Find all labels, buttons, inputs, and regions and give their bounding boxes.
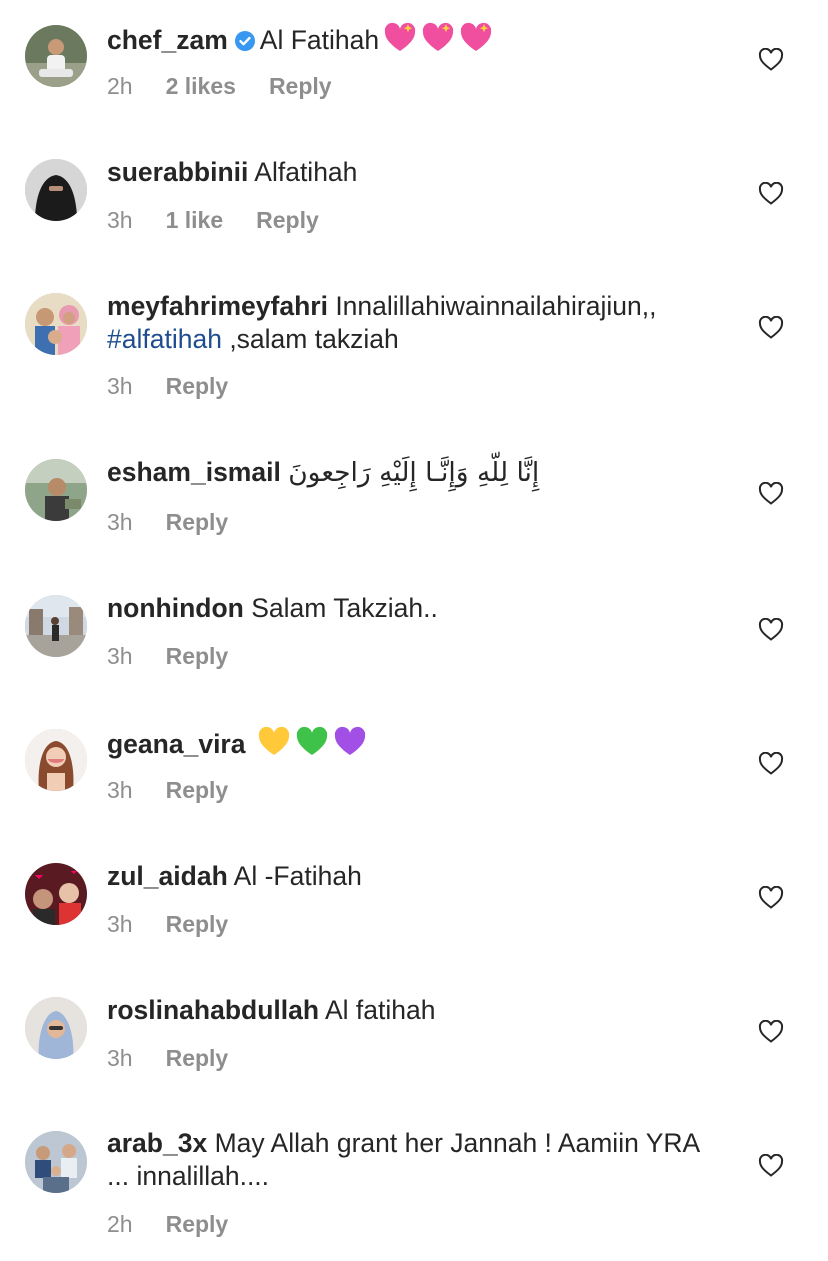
sparkling-heart-icon [460, 22, 492, 51]
purple-heart-icon [334, 726, 366, 755]
like-heart-icon[interactable] [758, 182, 784, 206]
comment-body: Al Fatihah [259, 25, 380, 55]
timestamp: 2h [107, 1211, 133, 1237]
timestamp: 3h [107, 1045, 133, 1071]
like-heart-icon[interactable] [758, 1020, 784, 1044]
username[interactable]: zul_aidah [107, 861, 228, 891]
username[interactable]: esham_ismail [107, 457, 281, 487]
avatar[interactable] [25, 1131, 87, 1193]
comment-meta: 3h Reply [107, 642, 228, 670]
timestamp: 3h [107, 373, 133, 399]
avatar[interactable] [25, 293, 87, 355]
username[interactable]: chef_zam [107, 25, 228, 55]
timestamp: 3h [107, 911, 133, 937]
avatar[interactable] [25, 595, 87, 657]
comment-meta: 2h Reply [107, 1210, 228, 1238]
reply-button[interactable]: Reply [166, 642, 229, 670]
like-heart-icon[interactable] [758, 752, 784, 776]
reply-button[interactable]: Reply [166, 1210, 229, 1238]
comment-text: esham_ismail إِنَّا لِلّهِ وَإِنَّـا إِل… [107, 456, 707, 489]
timestamp: 3h [107, 509, 133, 535]
username[interactable]: nonhindon [107, 593, 244, 623]
sparkling-heart-icon [422, 22, 454, 51]
comment-text: suerabbinii Alfatihah [107, 156, 707, 189]
reply-button[interactable]: Reply [166, 1044, 229, 1072]
comment-text: nonhindon Salam Takziah.. [107, 592, 707, 625]
comment-body: Salam Takziah.. [251, 593, 438, 623]
like-heart-icon[interactable] [758, 886, 784, 910]
timestamp: 3h [107, 643, 133, 669]
username[interactable]: arab_3x [107, 1128, 207, 1158]
comment-meta: 3h Reply [107, 1044, 228, 1072]
avatar[interactable] [25, 159, 87, 221]
like-heart-icon[interactable] [758, 482, 784, 506]
hashtag-link[interactable]: #alfatihah [107, 324, 222, 354]
avatar[interactable] [25, 25, 87, 87]
avatar[interactable] [25, 459, 87, 521]
comment-body: Al -Fatihah [233, 861, 362, 891]
reply-button[interactable]: Reply [269, 72, 332, 100]
reply-button[interactable]: Reply [166, 776, 229, 804]
verified-badge-icon [234, 31, 255, 51]
sparkling-heart-icon [384, 22, 416, 51]
like-heart-icon[interactable] [758, 618, 784, 642]
avatar[interactable] [25, 863, 87, 925]
username[interactable]: roslinahabdullah [107, 995, 319, 1025]
comment-text: arab_3x May Allah grant her Jannah ! Aam… [107, 1127, 707, 1193]
username[interactable]: suerabbinii [107, 157, 248, 187]
comment-meta: 3h Reply [107, 508, 228, 536]
reply-button[interactable]: Reply [166, 508, 229, 536]
reply-button[interactable]: Reply [166, 910, 229, 938]
timestamp: 3h [107, 777, 133, 803]
comment-text: geana_vira [107, 726, 707, 761]
like-heart-icon[interactable] [758, 316, 784, 340]
comment-text: meyfahrimeyfahri Innalillahiwainnailahir… [107, 290, 707, 356]
avatar[interactable] [25, 729, 87, 791]
comment-body: Alfatihah [254, 157, 358, 187]
likes-count[interactable]: 2 likes [166, 72, 236, 100]
yellow-heart-icon [258, 726, 290, 755]
comment-text: roslinahabdullah Al fatihah [107, 994, 707, 1027]
like-heart-icon[interactable] [758, 48, 784, 72]
comment-body: Innalillahiwainnailahirajiun,, [335, 291, 657, 321]
comment-text: zul_aidah Al -Fatihah [107, 860, 707, 893]
avatar[interactable] [25, 997, 87, 1059]
green-heart-icon [296, 726, 328, 755]
like-heart-icon[interactable] [758, 1154, 784, 1178]
comment-body-continued: ,salam takziah [229, 324, 399, 354]
reply-button[interactable]: Reply [256, 206, 319, 234]
comment-meta: 2h 2 likes Reply [107, 72, 332, 100]
username[interactable]: geana_vira [107, 729, 245, 759]
comment-meta: 3h Reply [107, 910, 228, 938]
comment-body: Al fatihah [324, 995, 436, 1025]
likes-count[interactable]: 1 like [166, 206, 224, 234]
comment-meta: 3h Reply [107, 776, 228, 804]
comment-text: chef_zam Al Fatihah [107, 22, 707, 57]
timestamp: 2h [107, 73, 133, 99]
comment-meta: 3h Reply [107, 372, 228, 400]
username[interactable]: meyfahrimeyfahri [107, 291, 328, 321]
timestamp: 3h [107, 207, 133, 233]
comment-meta: 3h 1 like Reply [107, 206, 319, 234]
reply-button[interactable]: Reply [166, 372, 229, 400]
comment-body: إِنَّا لِلّهِ وَإِنَّـا إِلَيْهِ رَاجِعو… [288, 457, 540, 488]
